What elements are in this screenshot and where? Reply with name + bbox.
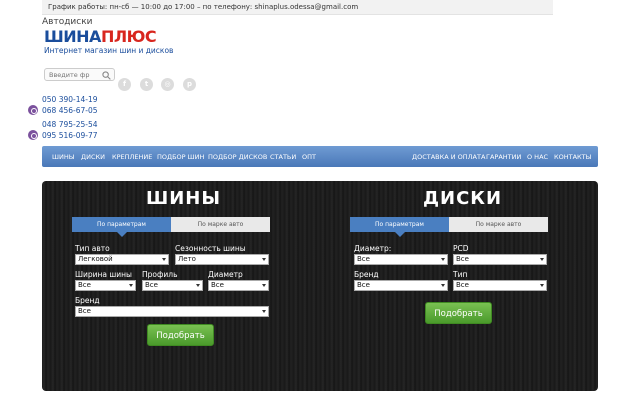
chevron-down-icon [129, 284, 133, 287]
phone-number[interactable]: 050 390-14-19 [42, 95, 98, 104]
chevron-down-icon [262, 310, 266, 313]
season-value: Лето [178, 255, 196, 263]
chevron-down-icon [262, 284, 266, 287]
nav-item-discs[interactable]: Диски [81, 153, 105, 161]
logo-part-1: ШИНА [44, 27, 101, 46]
facebook-icon[interactable]: f [118, 78, 131, 91]
discs-tabs: По параметрам По марке авто [350, 217, 548, 237]
nav-item-tire-selection[interactable]: Подбор шин [157, 153, 204, 161]
search-icon[interactable] [102, 71, 111, 80]
tires-title: ШИНЫ [146, 188, 222, 209]
phone-number[interactable]: 068 456-67-05 [42, 106, 98, 115]
tire-brand-select[interactable]: Все [75, 306, 269, 317]
car-type-value: Легковой [78, 255, 113, 263]
tab-tires-by-car[interactable]: По марке авто [171, 217, 270, 232]
site-title: Автодиски [42, 17, 93, 27]
profile-label: Профиль [142, 270, 178, 279]
nav-item-articles[interactable]: Статьи [270, 153, 296, 161]
nav-item-contacts[interactable]: Контакты [554, 153, 591, 161]
tab-tires-by-params[interactable]: По параметрам [72, 217, 171, 237]
nav-item-tires[interactable]: Шины [52, 153, 74, 161]
pinterest-icon[interactable]: p [183, 78, 196, 91]
tire-brand-value: Все [78, 307, 91, 315]
phone-number[interactable]: 048 795-25-54 [42, 120, 98, 129]
nav-item-disc-selection[interactable]: Подбор дисков [208, 153, 267, 161]
logo-part-2: ПЛЮС [100, 27, 157, 46]
disc-type-value: Все [456, 281, 469, 289]
disc-brand-label: Бренд [354, 270, 379, 279]
tire-diameter-select[interactable]: Все [208, 280, 269, 291]
discs-title: ДИСКИ [423, 188, 503, 209]
tire-width-select[interactable]: Все [75, 280, 136, 291]
tire-diameter-label: Диаметр [208, 270, 243, 279]
car-type-label: Тип авто [75, 244, 110, 253]
profile-select[interactable]: Все [142, 280, 203, 291]
disc-type-select[interactable]: Все [453, 280, 547, 291]
main-nav: Шины Диски Крепление Подбор шин Подбор д… [42, 146, 598, 167]
tire-width-value: Все [78, 281, 91, 289]
selection-panel: ШИНЫ По параметрам По марке авто Тип авт… [42, 181, 598, 391]
nav-item-warranty[interactable]: Гарантии [486, 153, 521, 161]
instagram-icon[interactable]: ◎ [161, 78, 174, 91]
disc-brand-select[interactable]: Все [354, 280, 448, 291]
chevron-down-icon [441, 284, 445, 287]
search-box [44, 68, 115, 81]
pcd-select[interactable]: Все [453, 254, 547, 265]
chevron-down-icon [540, 258, 544, 261]
disc-diameter-label: Диаметр: [354, 244, 392, 253]
chevron-down-icon [162, 258, 166, 261]
disc-brand-value: Все [357, 281, 370, 289]
tire-diameter-value: Все [211, 281, 224, 289]
tires-submit-button[interactable]: Подобрать [147, 324, 214, 346]
tire-width-label: Ширина шины [75, 270, 132, 279]
search-input[interactable] [49, 70, 99, 80]
tires-tabs: По параметрам По марке авто [72, 217, 270, 237]
car-type-select[interactable]: Легковой [75, 254, 169, 265]
nav-item-about[interactable]: О нас [527, 153, 548, 161]
top-info-bar: График работы: пн-сб — 10:00 до 17:00 – … [42, 0, 553, 15]
tagline: Интернет магазин шин и дисков [44, 46, 174, 55]
season-label: Сезонность шины [175, 244, 246, 253]
chevron-down-icon [441, 258, 445, 261]
viber-icon [28, 130, 38, 140]
viber-icon [28, 105, 38, 115]
twitter-icon[interactable]: t [140, 78, 153, 91]
disc-diameter-select[interactable]: Все [354, 254, 448, 265]
nav-item-fasteners[interactable]: Крепление [112, 153, 152, 161]
chevron-down-icon [196, 284, 200, 287]
work-schedule-text: График работы: пн-сб — 10:00 до 17:00 – … [48, 3, 359, 11]
chevron-down-icon [262, 258, 266, 261]
season-select[interactable]: Лето [175, 254, 269, 265]
logo[interactable]: ШИНАПЛЮС [44, 27, 157, 46]
nav-item-wholesale[interactable]: Опт [302, 153, 316, 161]
tire-brand-label: Бренд [75, 296, 100, 305]
tab-discs-by-params[interactable]: По параметрам [350, 217, 449, 237]
phone-number[interactable]: 095 516-09-77 [42, 131, 98, 140]
profile-value: Все [145, 281, 158, 289]
disc-type-label: Тип [453, 270, 468, 279]
disc-diameter-value: Все [357, 255, 370, 263]
chevron-down-icon [540, 284, 544, 287]
pcd-value: Все [456, 255, 469, 263]
tab-discs-by-car[interactable]: По марке авто [449, 217, 548, 232]
pcd-label: PCD [453, 244, 469, 253]
discs-submit-button[interactable]: Подобрать [425, 302, 492, 324]
nav-item-delivery[interactable]: Доставка и оплата [412, 153, 485, 161]
